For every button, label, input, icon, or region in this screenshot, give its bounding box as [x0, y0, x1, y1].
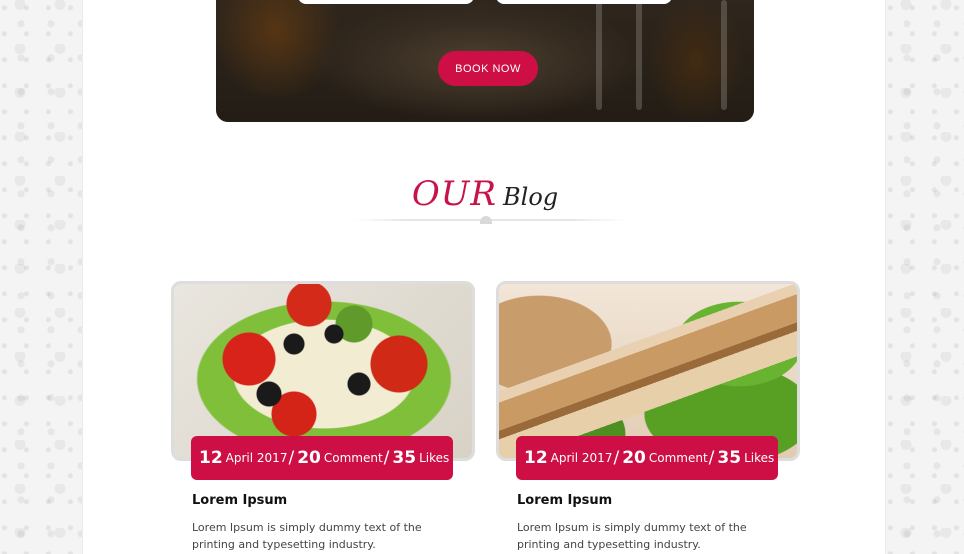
- post-day: 12: [199, 448, 223, 468]
- post-like-count: 35: [717, 448, 742, 468]
- post-month-year: April 2017: [225, 451, 288, 465]
- main-content: BOOK NOW OUR Blog 12 April 2017 / 20 Comm…: [82, 0, 886, 554]
- post-image-chicken[interactable]: [496, 281, 800, 461]
- post-comment-count: 20: [622, 448, 646, 468]
- title-accent: OUR: [411, 174, 497, 214]
- blog-section-title: OUR Blog: [83, 174, 887, 214]
- post-comment-count: 20: [297, 448, 321, 468]
- meta-separator: /: [613, 448, 620, 468]
- meta-separator: /: [288, 448, 295, 468]
- post-excerpt: Lorem Ipsum is simply dummy text of the …: [192, 521, 422, 551]
- post-meta-bar: 12 April 2017 / 20 Comment / 35 Likes: [516, 436, 778, 480]
- post-day: 12: [524, 448, 548, 468]
- post-month-year: April 2017: [550, 451, 613, 465]
- doodle-pattern-left: [0, 0, 82, 554]
- post-excerpt: Lorem Ipsum is simply dummy text of the …: [517, 521, 747, 551]
- blog-card[interactable]: 12 April 2017 / 20 Comment / 35 Likes Lo…: [496, 281, 800, 551]
- meta-separator: /: [383, 448, 390, 468]
- glass-decoration: [721, 0, 727, 110]
- glass-decoration: [596, 0, 602, 110]
- post-image-salad[interactable]: [171, 281, 475, 461]
- blog-card[interactable]: 12 April 2017 / 20 Comment / 35 Likes Lo…: [171, 281, 475, 551]
- post-title[interactable]: Lorem Ipsum: [517, 493, 612, 508]
- glass-decoration: [636, 0, 642, 110]
- post-comment-label[interactable]: Comment: [324, 451, 383, 465]
- post-like-label[interactable]: Likes: [744, 451, 774, 465]
- booking-field-two[interactable]: [496, 0, 672, 4]
- post-title[interactable]: Lorem Ipsum: [192, 493, 287, 508]
- booking-hero: BOOK NOW: [216, 0, 754, 122]
- doodle-pattern-right: [886, 0, 964, 554]
- post-comment-label[interactable]: Comment: [649, 451, 708, 465]
- book-now-button[interactable]: BOOK NOW: [438, 51, 538, 86]
- title-divider-dot: [480, 216, 492, 224]
- meta-separator: /: [708, 448, 715, 468]
- post-like-count: 35: [392, 448, 417, 468]
- title-main: Blog: [503, 183, 559, 211]
- booking-field-one[interactable]: [298, 0, 474, 4]
- post-like-label[interactable]: Likes: [419, 451, 449, 465]
- post-meta-bar: 12 April 2017 / 20 Comment / 35 Likes: [191, 436, 453, 480]
